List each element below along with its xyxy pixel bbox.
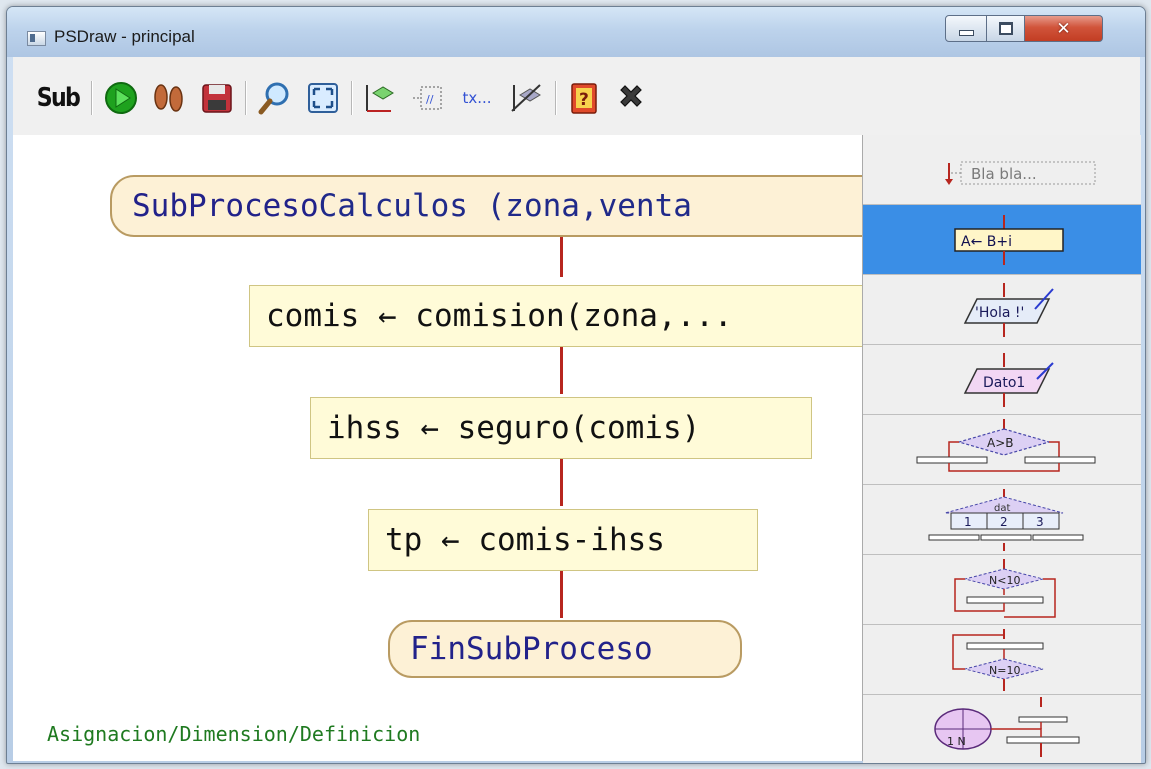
palette-label: Bla bla... <box>971 165 1037 183</box>
window-title: PSDraw - principal <box>54 27 195 46</box>
palette-item-while[interactable]: N<10 <box>863 555 1141 625</box>
maximize-icon <box>998 22 1013 35</box>
subprocess-signature: Calculos (zona,venta <box>318 188 692 224</box>
palette-label: N=10 <box>989 664 1020 677</box>
palette-label: Dato1 <box>983 375 1025 391</box>
magnifier-icon <box>258 82 289 115</box>
subprocess-start-node[interactable]: SubProceso Calculos (zona,venta <box>110 175 862 237</box>
end-keyword: FinSubProceso <box>410 631 653 667</box>
play-icon <box>105 82 137 114</box>
palette-item-input[interactable]: Dato1 <box>863 345 1141 415</box>
save-button[interactable] <box>197 79 237 117</box>
footsteps-icon <box>154 84 183 112</box>
while-shape-icon: N<10 <box>954 559 1056 618</box>
shape-palette: Bla bla... A← B+i 'Hola !' Dato1 A>B dat… <box>862 135 1141 763</box>
toolbar-separator <box>245 81 247 115</box>
minimize-button[interactable] <box>945 15 987 42</box>
toggle-shapes-button[interactable] <box>359 79 399 117</box>
floppy-disk-icon <box>202 84 232 113</box>
diagram-canvas[interactable]: SubProceso Calculos (zona,venta comis ← … <box>13 135 862 761</box>
toolbar: Sub // tx... ? <box>13 57 1140 136</box>
maximize-button[interactable] <box>987 15 1025 42</box>
svg-text://: // <box>426 93 434 106</box>
app-window: PSDraw - principal ✕ Sub // tx... ? SubP… <box>6 6 1146 764</box>
assignment-node[interactable]: comis ← comision(zona,... <box>249 285 862 347</box>
comment-shape-icon: Bla bla... <box>945 161 1096 185</box>
toolbar-separator <box>91 81 93 115</box>
run-button[interactable] <box>101 79 141 117</box>
flow-arrow <box>560 237 563 277</box>
palette-case-label: 1 <box>964 515 972 529</box>
repeat-shape-icon: N=10 <box>952 629 1044 691</box>
flow-arrow <box>560 347 563 394</box>
palette-label: A>B <box>987 436 1014 450</box>
palette-item-for[interactable]: 1 N <box>863 695 1141 763</box>
shapes-icon <box>366 85 394 112</box>
fit-screen-button[interactable] <box>303 79 343 117</box>
step-button[interactable] <box>149 79 189 117</box>
close-x-icon <box>620 85 642 107</box>
comments-button[interactable]: // <box>407 79 447 117</box>
palette-item-assignment[interactable]: A← B+i <box>863 205 1141 275</box>
comment-icon: // <box>413 86 442 110</box>
crossed-shapes-button[interactable] <box>505 79 547 117</box>
palette-item-comment[interactable]: Bla bla... <box>863 135 1141 205</box>
close-button[interactable]: ✕ <box>1025 15 1103 42</box>
toolbar-separator <box>351 81 353 115</box>
input-shape-icon: Dato1 <box>963 353 1054 407</box>
flow-arrow <box>560 571 563 618</box>
close-diagram-button[interactable] <box>611 79 651 117</box>
palette-case-label: 2 <box>1000 515 1008 529</box>
toolbar-separator <box>555 81 557 115</box>
palette-item-repeat[interactable]: N=10 <box>863 625 1141 695</box>
svg-text:?: ? <box>579 90 589 110</box>
help-button[interactable]: ? <box>565 79 605 117</box>
text-mode-button[interactable]: tx... <box>453 79 501 117</box>
output-shape-icon: 'Hola !' <box>963 283 1054 337</box>
for-shape-icon: 1 N <box>934 697 1080 757</box>
assignment-node[interactable]: ihss ← seguro(comis) <box>310 397 812 459</box>
palette-case-label: 3 <box>1036 515 1044 529</box>
palette-item-output[interactable]: 'Hola !' <box>863 275 1141 345</box>
flow-arrow <box>560 459 563 506</box>
palette-label: dat <box>994 503 1010 514</box>
palette-label: N<10 <box>989 574 1020 587</box>
palette-label: 1 N <box>947 735 966 748</box>
palette-item-if[interactable]: A>B <box>863 415 1141 485</box>
no-shapes-icon <box>511 84 541 112</box>
zoom-button[interactable] <box>255 79 295 117</box>
if-shape-icon: A>B <box>916 419 1096 472</box>
assignment-node[interactable]: tp ← comis-ihss <box>368 509 758 571</box>
app-icon[interactable] <box>27 31 46 46</box>
subprocess-button[interactable]: Sub <box>37 79 81 117</box>
title-bar[interactable]: PSDraw - principal ✕ <box>7 7 1145 57</box>
palette-label: 'Hola !' <box>975 305 1024 321</box>
palette-label: A← B+i <box>961 234 1012 250</box>
status-text: Asignacion/Dimension/Definicion <box>47 722 421 746</box>
help-book-icon: ? <box>571 83 597 114</box>
subprocess-end-node[interactable]: FinSubProceso <box>388 620 742 678</box>
palette-item-switch[interactable]: dat 1 2 3 <box>863 485 1141 555</box>
assignment-shape-icon: A← B+i <box>954 215 1064 265</box>
fullscreen-icon <box>308 83 338 113</box>
subprocess-keyword: SubProceso <box>132 188 319 224</box>
switch-shape-icon: dat 1 2 3 <box>928 489 1084 551</box>
minimize-icon <box>958 29 974 36</box>
close-icon: ✕ <box>1056 18 1071 39</box>
